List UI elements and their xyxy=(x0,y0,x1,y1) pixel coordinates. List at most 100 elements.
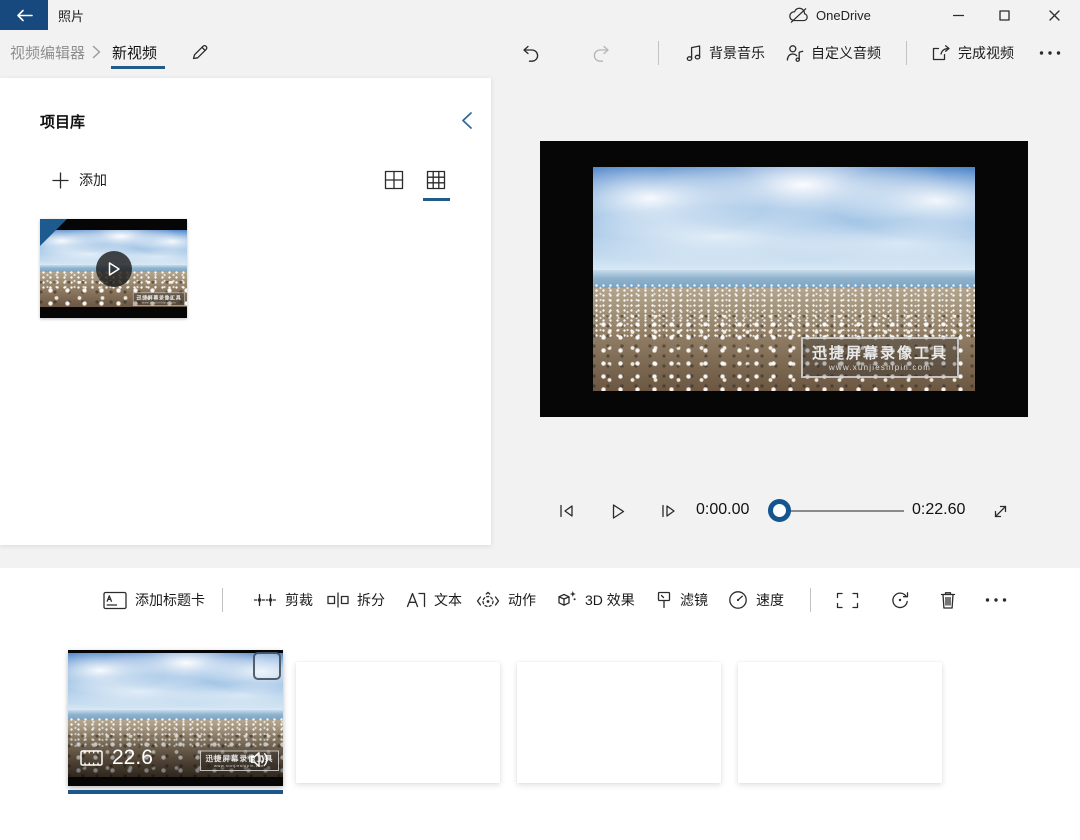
view-small-grid-button[interactable] xyxy=(424,168,448,192)
trim-button[interactable]: 剪裁 xyxy=(253,586,313,614)
library-video-thumbnail[interactable]: 迅捷屏幕录像工具 www.xunjieshipin.com xyxy=(40,219,187,318)
more-options-button[interactable] xyxy=(1038,38,1062,68)
play-icon xyxy=(611,503,626,520)
close-button[interactable] xyxy=(1029,0,1080,30)
close-icon xyxy=(1049,10,1060,21)
speedometer-icon xyxy=(728,590,748,610)
watermark-title: 迅捷屏幕录像工具 xyxy=(812,342,948,363)
view-large-grid-button[interactable] xyxy=(382,168,406,192)
onedrive-button[interactable]: OneDrive xyxy=(788,0,871,30)
breadcrumb-video-editor[interactable]: 视频编辑器 xyxy=(10,42,85,63)
timeline-placeholder xyxy=(738,662,942,783)
title-card-icon xyxy=(103,591,127,610)
text-icon xyxy=(405,591,426,609)
timeline-clip[interactable]: 迅捷屏幕录像工具 www.xunjieshipin.com 22.6 xyxy=(68,650,283,786)
filters-button[interactable]: 滤镜 xyxy=(656,586,708,614)
watermark: 迅捷屏幕录像工具 www.xunjieshipin.com xyxy=(133,292,185,306)
title-bar: 照片 OneDrive xyxy=(0,0,1080,30)
preview-stage[interactable]: 迅捷屏幕录像工具 www.xunjieshipin.com xyxy=(540,141,1028,417)
timeline-placeholder xyxy=(517,662,721,783)
seek-slider-track[interactable] xyxy=(774,510,904,512)
plus-icon xyxy=(52,172,69,189)
back-arrow-icon xyxy=(16,9,33,22)
command-divider xyxy=(906,41,907,65)
filmstrip-icon xyxy=(80,750,103,766)
preview-video-frame: 迅捷屏幕录像工具 www.xunjieshipin.com xyxy=(593,167,975,391)
play-overlay-button[interactable] xyxy=(96,251,132,287)
play-icon xyxy=(107,261,121,277)
command-bar: 视频编辑器 新视频 xyxy=(0,30,1080,78)
custom-audio-button[interactable]: 自定义音频 xyxy=(786,38,881,68)
breadcrumb-chevron-icon xyxy=(92,45,101,59)
ellipsis-icon xyxy=(984,597,1008,603)
background-music-button[interactable]: 背景音乐 xyxy=(686,38,765,68)
3d-effects-button[interactable]: 3D 效果 xyxy=(556,586,635,614)
minimize-icon xyxy=(953,10,964,21)
minimize-button[interactable] xyxy=(935,0,981,30)
add-title-card-label: 添加标题卡 xyxy=(135,590,205,610)
chevron-left-icon xyxy=(460,111,473,130)
timeline-more-button[interactable] xyxy=(984,586,1008,614)
clip-selection-bar xyxy=(68,790,283,794)
grid-2x2-icon xyxy=(384,170,404,190)
clip-duration-value: 22.6 xyxy=(112,746,153,770)
delete-button[interactable] xyxy=(940,586,956,614)
background-music-label: 背景音乐 xyxy=(709,43,765,63)
text-button[interactable]: 文本 xyxy=(405,586,462,614)
rename-button[interactable] xyxy=(188,40,212,64)
rotate-icon xyxy=(890,590,910,610)
3d-effects-label: 3D 效果 xyxy=(585,590,635,610)
aspect-frame-button[interactable] xyxy=(836,586,859,614)
add-media-button[interactable]: 添加 xyxy=(52,166,107,194)
corner-frame-icon xyxy=(836,592,859,609)
add-media-label: 添加 xyxy=(79,170,107,190)
onedrive-offline-icon xyxy=(788,7,809,24)
undo-icon xyxy=(520,44,540,63)
filters-label: 滤镜 xyxy=(680,590,708,610)
next-frame-button[interactable] xyxy=(656,499,680,523)
active-view-underline xyxy=(423,198,450,201)
add-title-card-button[interactable]: 添加标题卡 xyxy=(103,586,205,614)
motion-button[interactable]: 动作 xyxy=(476,586,536,614)
redo-icon xyxy=(592,44,612,63)
person-music-icon xyxy=(786,44,804,62)
ellipsis-icon xyxy=(1038,50,1062,56)
current-time: 0:00.00 xyxy=(696,501,749,519)
redo-button[interactable] xyxy=(592,38,612,68)
split-label: 拆分 xyxy=(357,590,385,610)
pencil-icon xyxy=(191,43,209,61)
app-title: 照片 xyxy=(58,0,84,30)
speaker-icon xyxy=(250,751,271,768)
clip-duration-badge: 22.6 xyxy=(80,746,153,770)
toolbar-divider xyxy=(810,588,811,612)
back-button[interactable] xyxy=(0,0,48,30)
finish-video-button[interactable]: 完成视频 xyxy=(932,38,1014,68)
speed-button[interactable]: 速度 xyxy=(728,586,784,614)
split-icon xyxy=(327,592,349,608)
3d-cube-sparkle-icon xyxy=(556,590,577,610)
filter-icon xyxy=(656,591,672,609)
library-title: 项目库 xyxy=(40,111,85,132)
clip-checkbox[interactable] xyxy=(253,652,281,680)
play-button[interactable] xyxy=(606,499,630,523)
previous-frame-button[interactable] xyxy=(554,499,578,523)
undo-button[interactable] xyxy=(520,38,540,68)
collapse-panel-button[interactable] xyxy=(452,106,480,134)
share-icon xyxy=(932,44,951,62)
rotate-button[interactable] xyxy=(890,586,910,614)
seek-slider-thumb[interactable] xyxy=(768,499,791,522)
fullscreen-button[interactable] xyxy=(988,499,1012,523)
finish-video-label: 完成视频 xyxy=(958,43,1014,63)
previous-frame-icon xyxy=(558,503,575,519)
grid-3x3-icon xyxy=(426,170,446,190)
command-divider xyxy=(658,41,659,65)
toolbar-divider xyxy=(222,588,223,612)
active-tab-underline xyxy=(111,66,165,69)
maximize-button[interactable] xyxy=(981,0,1027,30)
trim-icon xyxy=(253,592,277,608)
watermark-url: www.xunjieshipin.com xyxy=(812,363,948,372)
split-button[interactable]: 拆分 xyxy=(327,586,385,614)
tab-new-video[interactable]: 新视频 xyxy=(112,42,157,63)
playback-controls: 0:00.00 0:22.60 xyxy=(540,492,1028,530)
fullscreen-icon xyxy=(992,503,1009,520)
